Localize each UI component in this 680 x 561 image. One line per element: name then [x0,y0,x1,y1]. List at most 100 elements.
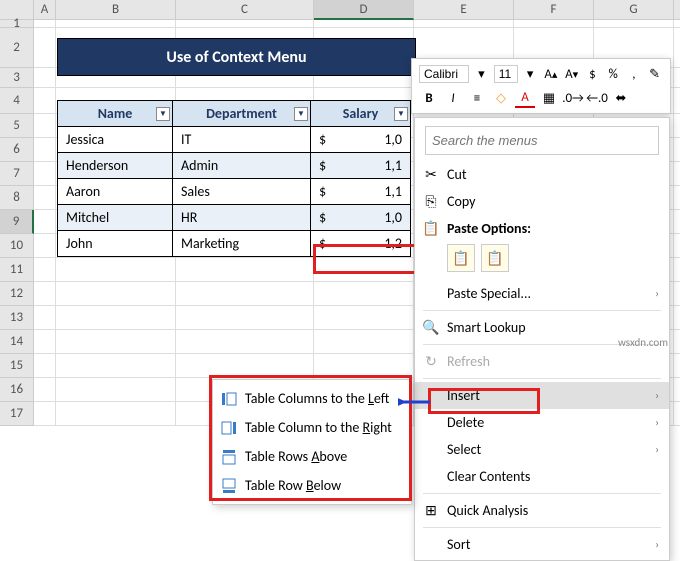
bold-button[interactable]: B [419,88,439,108]
italic-button[interactable]: I [443,88,463,108]
submenu-label: Table Row Below [245,477,341,494]
increase-decimal-icon[interactable]: .0→ [563,88,583,108]
cell-name[interactable]: Henderson [58,153,173,179]
submenu-label: Table Columns to the Left [245,390,389,407]
header-dept-label: Department [206,105,277,122]
cell-name[interactable]: Aaron [58,179,173,205]
cell-name[interactable]: Mitchel [58,205,173,231]
header-department[interactable]: Department ▼ [173,101,311,127]
cell-dept[interactable]: Marketing [173,231,311,257]
insert-submenu: Table Columns to the Left Table Column t… [212,379,412,505]
submenu-cols-left[interactable]: Table Columns to the Left [213,384,411,413]
quick-analysis-icon: ⊞ [423,503,439,519]
comma-format-icon[interactable]: , [626,64,643,84]
fill-color-icon[interactable]: ◇ [491,88,511,108]
font-color-icon[interactable]: A [515,88,535,108]
filter-dropdown-icon[interactable]: ▼ [156,107,170,121]
header-salary[interactable]: Salary ▼ [311,101,411,127]
merge-center-icon[interactable]: ⬌ [611,88,631,108]
cell-dept[interactable]: HR [173,205,311,231]
row-header-17[interactable]: 17 [0,402,34,426]
table-row[interactable]: John Marketing $1,2 [58,231,411,257]
paste-options-label: 📋Paste Options: [415,215,669,240]
row-header-12[interactable]: 12 [0,282,34,306]
watermark: wsxdn.com [618,336,668,349]
submenu-cols-right[interactable]: Table Column to the Right [213,413,411,442]
row-header-11[interactable]: 11 [0,258,34,282]
copy-icon: ⎘ [423,194,439,210]
col-header-G[interactable]: G [594,0,674,20]
row-header-4[interactable]: 4 [0,88,34,114]
cell-salary[interactable]: $1,0 [311,127,411,153]
cell-dept[interactable]: Admin [173,153,311,179]
menu-cut[interactable]: ✂Cut [415,161,669,188]
paste-options-row: 📋 📋 [415,240,669,280]
col-header-H[interactable]: H [674,0,680,20]
row-header-14[interactable]: 14 [0,330,34,354]
row-header-9[interactable]: 9 [0,210,34,234]
header-name[interactable]: Name▼ [58,101,173,127]
menu-delete[interactable]: Delete› [415,409,669,436]
cell-salary[interactable]: $1,2 [311,231,411,257]
row-header-3[interactable]: 3 [0,68,34,88]
table-row[interactable]: Jessica IT $1,0 [58,127,411,153]
col-header-F[interactable]: F [514,0,594,20]
paste-option-values[interactable]: 📋 [481,244,509,272]
decrease-decimal-icon[interactable]: ←.0 [587,88,607,108]
row-header-5[interactable]: 5 [0,114,34,138]
cell-dept[interactable]: IT [173,127,311,153]
refresh-icon: ↻ [423,354,439,370]
row-header-2[interactable]: 2 [0,28,34,68]
row-header-16[interactable]: 16 [0,378,34,402]
chevron-right-icon: › [655,389,659,402]
row-header-10[interactable]: 10 [0,234,34,258]
col-header-B[interactable]: B [56,0,176,20]
menu-sort[interactable]: Sort› [415,531,669,558]
paste-option-default[interactable]: 📋 [447,244,475,272]
accounting-format-icon[interactable]: $ [584,64,601,84]
font-name-input[interactable] [419,65,469,83]
cell-salary[interactable]: $1,1 [311,153,411,179]
filter-dropdown-icon[interactable]: ▼ [394,107,408,121]
font-size-input[interactable] [494,65,518,83]
col-header-A[interactable]: A [34,0,56,20]
row-header-13[interactable]: 13 [0,306,34,330]
format-painter-icon[interactable]: ✎ [646,64,663,84]
increase-font-icon[interactable]: A▴ [543,64,560,84]
col-header-C[interactable]: C [176,0,314,20]
borders-icon[interactable]: ▦ [539,88,559,108]
table-row[interactable]: Mitchel HR $1,0 [58,205,411,231]
row-header-6[interactable]: 6 [0,138,34,162]
percent-format-icon[interactable]: % [605,64,622,84]
cell-salary[interactable]: $1,1 [311,179,411,205]
table-row[interactable]: Aaron Sales $1,1 [58,179,411,205]
menu-search-input[interactable] [425,126,659,155]
row-header-7[interactable]: 7 [0,162,34,186]
menu-select[interactable]: Select› [415,436,669,463]
menu-insert[interactable]: Insert› [415,382,669,409]
submenu-row-below[interactable]: Table Row Below [213,471,411,500]
col-header-E[interactable]: E [414,0,514,20]
menu-paste-special[interactable]: Paste Special...› [415,280,669,307]
row-header-1[interactable]: 1 [0,20,34,28]
font-dropdown-icon[interactable]: ▾ [473,64,490,84]
menu-clear-contents[interactable]: Clear Contents [415,463,669,490]
chevron-right-icon: › [655,443,659,456]
submenu-rows-above[interactable]: Table Rows Above [213,442,411,471]
decrease-font-icon[interactable]: A▾ [563,64,580,84]
menu-copy[interactable]: ⎘Copy [415,188,669,215]
col-header-D[interactable]: D [314,0,414,20]
table-row[interactable]: Henderson Admin $1,1 [58,153,411,179]
paste-icon: 📋 [423,220,439,236]
font-size-dropdown-icon[interactable]: ▾ [522,64,539,84]
cell-name[interactable]: Jessica [58,127,173,153]
row-header-8[interactable]: 8 [0,186,34,210]
cell-salary[interactable]: $1,0 [311,205,411,231]
cell-dept[interactable]: Sales [173,179,311,205]
cell-name[interactable]: John [58,231,173,257]
menu-quick-analysis[interactable]: ⊞Quick Analysis [415,497,669,524]
filter-dropdown-icon[interactable]: ▼ [294,107,308,121]
row-header-15[interactable]: 15 [0,354,34,378]
header-salary-label: Salary [343,105,379,122]
align-button[interactable]: ≡ [467,88,487,108]
